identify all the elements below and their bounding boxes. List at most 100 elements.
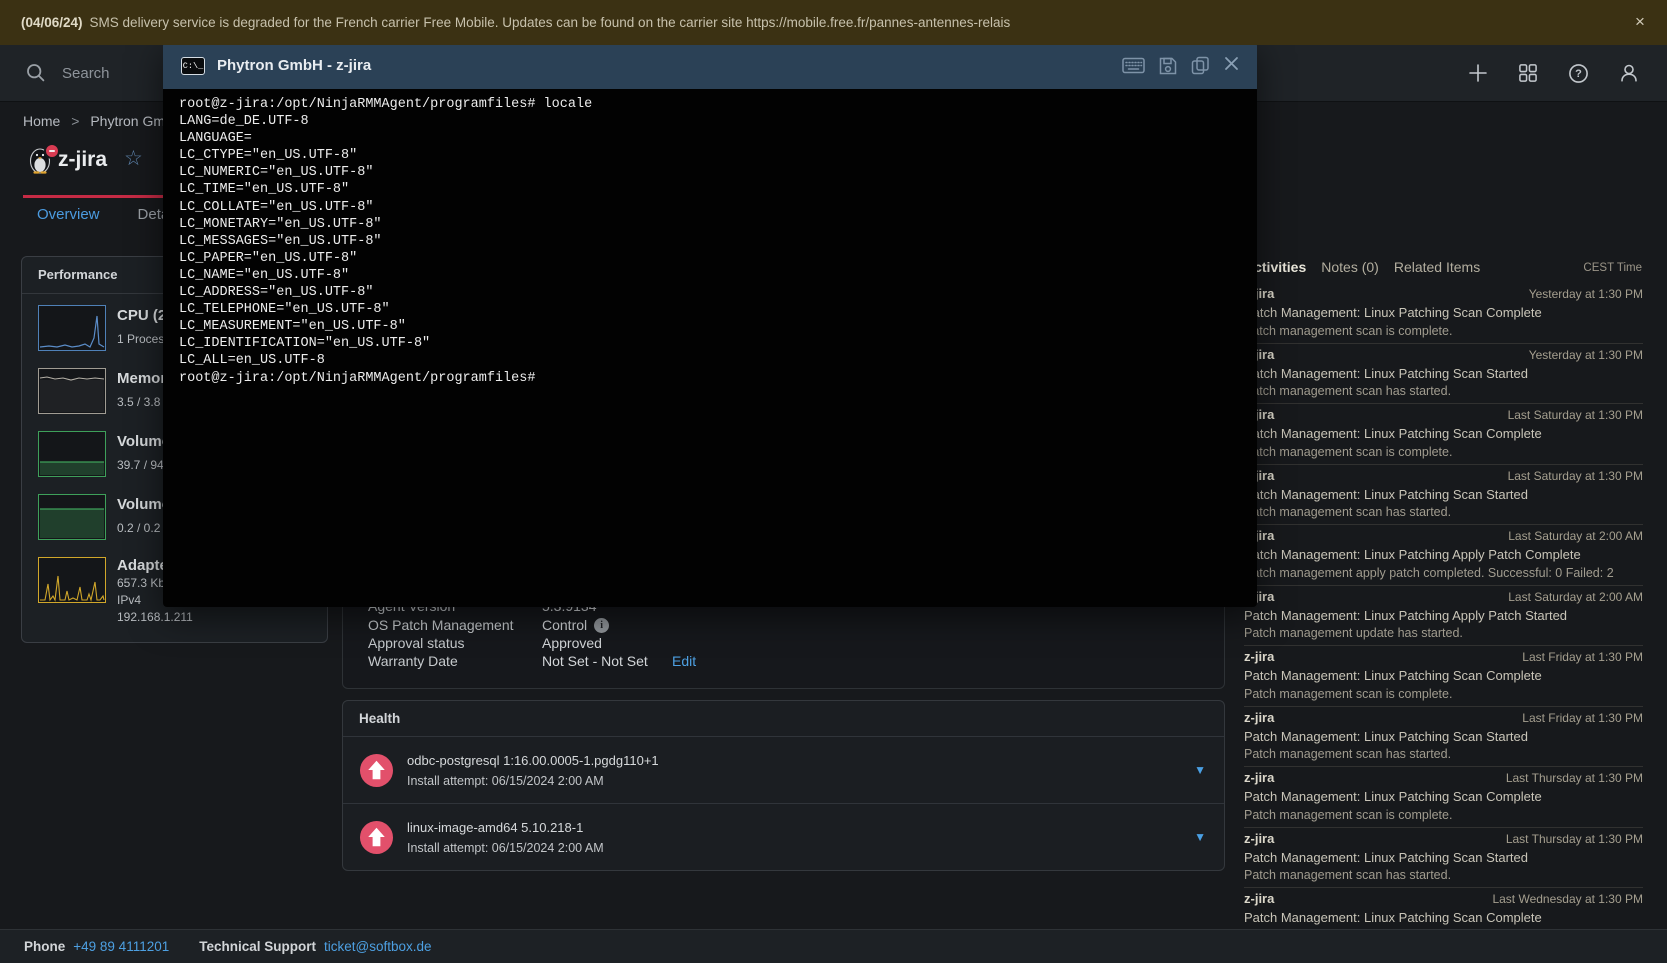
activity-device-link[interactable]: z-jira xyxy=(1244,649,1274,665)
info-icon[interactable]: i xyxy=(594,618,609,633)
apps-grid-icon[interactable] xyxy=(1518,63,1538,83)
activity-timestamp: Last Saturday at 2:00 AM xyxy=(1508,589,1643,605)
activity-description: Patch management scan is complete. xyxy=(1244,687,1643,702)
activity-device-link[interactable]: z-jira xyxy=(1244,770,1274,786)
activity-item: z-jiraLast Friday at 1:30 PM Patch Manag… xyxy=(1244,646,1643,707)
tab-related-items[interactable]: Related Items xyxy=(1394,259,1480,275)
app-window: (04/06/24) SMS delivery service is degra… xyxy=(0,0,1667,963)
expand-caret-icon[interactable]: ▼ xyxy=(1194,763,1206,777)
help-icon[interactable]: ? xyxy=(1568,63,1589,84)
activity-title: Patch Management: Linux Patching Scan St… xyxy=(1244,729,1643,745)
header-actions: ? xyxy=(1468,45,1639,101)
activity-feed: z-jira Yesterday at 1:30 PM Patch Managem… xyxy=(1244,283,1643,963)
breadcrumb-separator: > xyxy=(71,113,79,129)
save-icon[interactable] xyxy=(1159,57,1177,75)
activity-timestamp: Last Thursday at 1:30 PM xyxy=(1506,831,1643,847)
support-label: Technical Support xyxy=(199,939,316,954)
terminal-line: LC_MESSAGES="en_US.UTF-8" xyxy=(179,233,1257,250)
favorite-star-icon[interactable]: ☆ xyxy=(124,146,143,171)
command-prompt-icon: C:\_ xyxy=(181,57,205,75)
activity-title: Patch Management: Linux Patching Scan Co… xyxy=(1244,426,1643,442)
field-approval-status: Approval status Approved xyxy=(368,635,602,651)
patch-detail: Install attempt: 06/15/2024 2:00 AM xyxy=(407,774,659,788)
terminal-line: LC_COLLATE="en_US.UTF-8" xyxy=(179,199,1257,216)
activity-device-link[interactable]: z-jira xyxy=(1244,710,1274,726)
terminal-line: LC_TIME="en_US.UTF-8" xyxy=(179,181,1257,198)
field-value: Control xyxy=(542,617,587,633)
activity-description: Patch management update has started. xyxy=(1244,626,1643,641)
warranty-edit-link[interactable]: Edit xyxy=(672,653,696,669)
virtual-keyboard-icon[interactable] xyxy=(1122,57,1145,74)
health-row[interactable]: linux-image-amd64 5.10.218-1 Install att… xyxy=(343,804,1224,870)
activity-item: z-jiraLast Saturday at 2:00 AM Patch Man… xyxy=(1244,525,1643,586)
add-icon[interactable] xyxy=(1468,63,1488,83)
pending-update-icon xyxy=(359,753,394,788)
right-panel-tabs: Activities Notes (0) Related Items xyxy=(1244,259,1480,275)
tab-overview[interactable]: Overview xyxy=(37,206,100,223)
expand-caret-icon[interactable]: ▼ xyxy=(1194,830,1206,844)
cpu-sparkline-chart xyxy=(38,305,106,351)
field-label: Approval status xyxy=(368,635,542,651)
volume1-chart xyxy=(38,431,106,477)
activity-item: z-jiraYesterday at 1:30 PM Patch Managem… xyxy=(1244,344,1643,405)
field-value: Approved xyxy=(542,635,602,651)
health-title: Health xyxy=(343,701,1224,737)
terminal-modal: C:\_ Phytron GmbH - z-jira xyxy=(163,42,1257,607)
adapter-sparkline-chart xyxy=(38,557,106,603)
support-email-link[interactable]: ticket@softbox.de xyxy=(324,939,432,954)
activity-description: Patch management scan is complete. xyxy=(1244,445,1643,460)
banner-close-icon[interactable]: × xyxy=(1629,11,1651,33)
activity-timestamp: Last Saturday at 1:30 PM xyxy=(1508,468,1643,484)
tab-notes[interactable]: Notes (0) xyxy=(1321,259,1379,275)
footer: Phone +49 89 4111201 Technical Support t… xyxy=(0,929,1667,963)
device-tabs: Overview Details xyxy=(37,206,183,223)
adapter-ip-address: 192.168.1.211 xyxy=(117,610,193,625)
terminal-line: LC_IDENTIFICATION="en_US.UTF-8" xyxy=(179,335,1257,352)
activity-timestamp: Last Saturday at 2:00 AM xyxy=(1508,528,1643,544)
activity-description: Patch management scan has started. xyxy=(1244,505,1643,520)
activity-timestamp: Last Wednesday at 1:30 PM xyxy=(1492,891,1643,907)
activity-timestamp: Last Saturday at 1:30 PM xyxy=(1508,407,1643,423)
terminal-line: LC_MEASUREMENT="en_US.UTF-8" xyxy=(179,318,1257,335)
patch-detail: Install attempt: 06/15/2024 2:00 AM xyxy=(407,841,604,855)
breadcrumb-home[interactable]: Home xyxy=(23,113,60,129)
health-row[interactable]: odbc-postgresql 1:16.00.0005-1.pgdg110+1… xyxy=(343,737,1224,804)
banner-date: (04/06/24) xyxy=(21,15,83,30)
terminal-title: Phytron GmbH - z-jira xyxy=(217,57,371,74)
field-warranty-date: Warranty Date Not Set - Not Set xyxy=(368,653,648,669)
user-profile-icon[interactable] xyxy=(1619,63,1639,83)
activity-timestamp: Yesterday at 1:30 PM xyxy=(1529,286,1643,302)
svg-text:?: ? xyxy=(1575,68,1582,80)
search-input[interactable]: Search xyxy=(26,45,110,101)
notification-banner: (04/06/24) SMS delivery service is degra… xyxy=(0,0,1667,45)
search-icon xyxy=(26,63,46,83)
terminal-line: root@z-jira:/opt/NinjaRMMAgent/programfi… xyxy=(179,96,1257,113)
activity-device-link[interactable]: z-jira xyxy=(1244,831,1274,847)
phone-label: Phone xyxy=(24,939,65,954)
terminal-output[interactable]: root@z-jira:/opt/NinjaRMMAgent/programfi… xyxy=(163,89,1257,607)
field-label: Warranty Date xyxy=(368,653,542,669)
page-title: z-jira xyxy=(58,148,107,172)
terminal-titlebar[interactable]: C:\_ Phytron GmbH - z-jira xyxy=(163,42,1257,89)
terminal-line: LC_PAPER="en_US.UTF-8" xyxy=(179,250,1257,267)
copy-icon[interactable] xyxy=(1191,56,1210,75)
activity-item: z-jiraLast Friday at 1:30 PM Patch Manag… xyxy=(1244,707,1643,768)
activity-description: Patch management scan has started. xyxy=(1244,868,1643,883)
activity-title: Patch Management: Linux Patching Scan St… xyxy=(1244,850,1643,866)
phone-link[interactable]: +49 89 4111201 xyxy=(73,939,169,954)
timezone-label: CEST Time xyxy=(1583,262,1642,274)
terminal-line: LC_NAME="en_US.UTF-8" xyxy=(179,267,1257,284)
activity-item: z-jiraLast Thursday at 1:30 PM Patch Man… xyxy=(1244,767,1643,828)
terminal-line: LC_NUMERIC="en_US.UTF-8" xyxy=(179,164,1257,181)
terminal-line: LC_CTYPE="en_US.UTF-8" xyxy=(179,147,1257,164)
activity-device-link[interactable]: z-jira xyxy=(1244,891,1274,907)
terminal-line: LANG=de_DE.UTF-8 xyxy=(179,113,1257,130)
terminal-line: LC_MONETARY="en_US.UTF-8" xyxy=(179,216,1257,233)
activity-timestamp: Yesterday at 1:30 PM xyxy=(1529,347,1643,363)
activity-title: Patch Management: Linux Patching Scan Co… xyxy=(1244,305,1643,321)
breadcrumb: Home > Phytron GmbH xyxy=(23,113,183,129)
search-placeholder: Search xyxy=(62,65,110,82)
field-value: Not Set - Not Set xyxy=(542,653,648,669)
activity-title: Patch Management: Linux Patching Scan St… xyxy=(1244,366,1643,382)
terminal-close-icon[interactable] xyxy=(1224,56,1239,76)
